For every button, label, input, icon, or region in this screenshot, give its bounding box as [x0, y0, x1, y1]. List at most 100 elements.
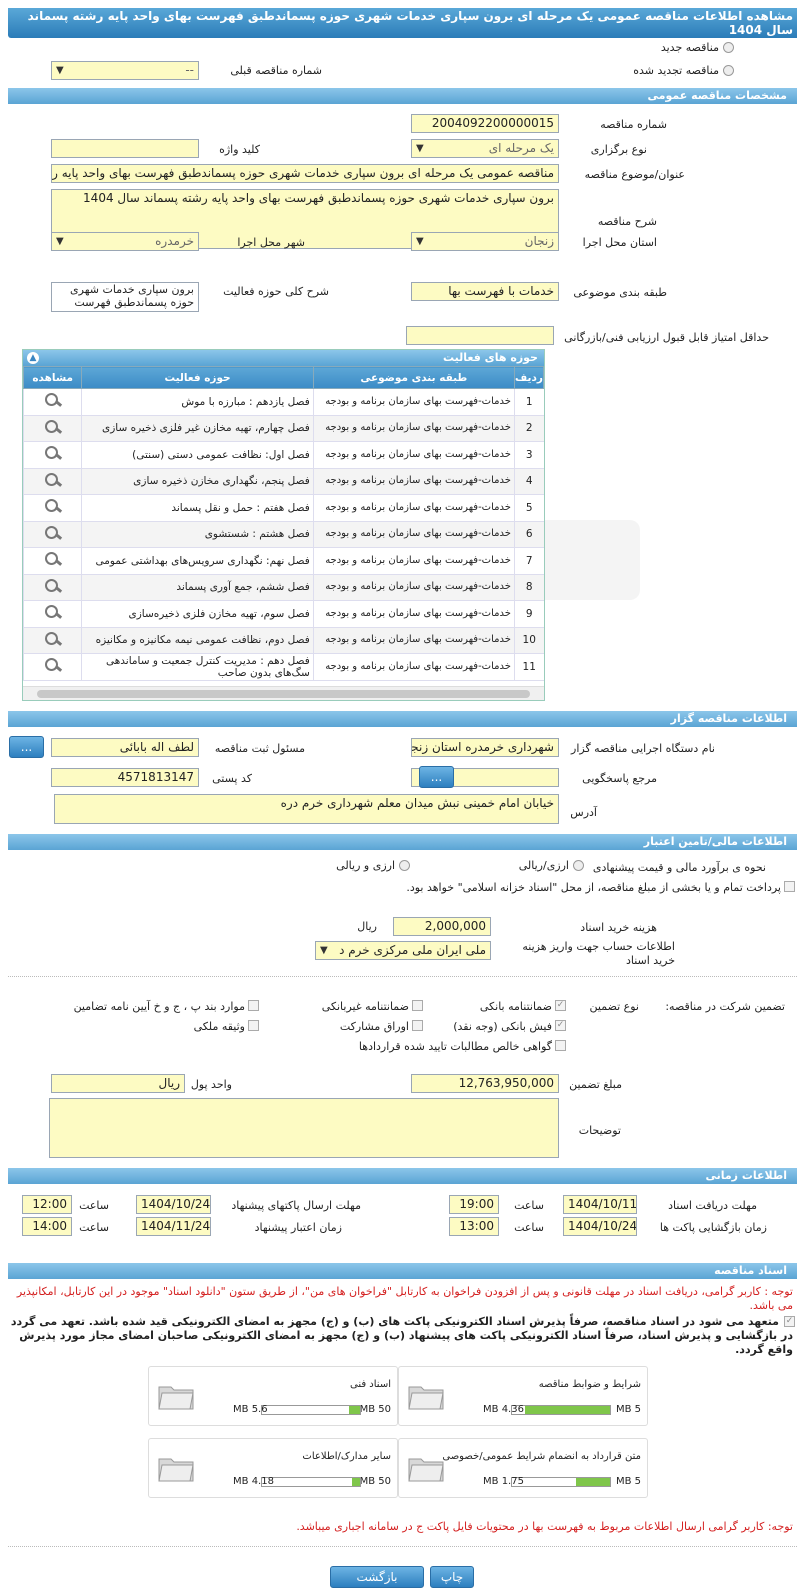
method-radio-1[interactable] [573, 860, 584, 871]
row-view [23, 494, 82, 522]
folder-icon [408, 1458, 444, 1482]
renewed-tender-label: مناقصه تجدید شده [633, 64, 719, 77]
valid-label: زمان اعتبار پیشنهاد [254, 1221, 342, 1234]
doc-recv-date[interactable]: 1404/10/11 [563, 1195, 637, 1214]
postal-field[interactable]: 4571813147 [51, 768, 199, 787]
valid-date[interactable]: 1404/11/24 [136, 1217, 211, 1236]
finance-section-header: اطلاعات مالی/تامین اعتبار [8, 834, 797, 850]
row-category: خدمات-فهرست بهای سازمان برنامه و بودجه [312, 521, 515, 548]
scope-field[interactable]: برون سپاری خدمات شهری حوزه پسماندطبق فهر… [51, 282, 199, 312]
fee-field[interactable]: 2,000,000 [393, 917, 491, 936]
g4-label: فیش بانکی (وجه نقد) [453, 1020, 552, 1033]
account-select[interactable]: ملی ایران ملی مرکزی خرم د ▼ [315, 941, 491, 960]
magnifier-icon[interactable] [43, 419, 63, 435]
province-select[interactable]: زنجان ▼ [411, 232, 559, 251]
tender-number-label: شماره مناقصه [600, 118, 667, 131]
notes-field[interactable] [49, 1098, 559, 1158]
timing-section-header: اطلاعات زمانی [8, 1168, 797, 1184]
magnifier-icon[interactable] [43, 525, 63, 541]
table-row: 6 خدمات-فهرست بهای سازمان برنامه و بودجه ف… [23, 521, 544, 548]
activities-header: حوزه های فعالیت ▲ [23, 350, 544, 366]
file-box[interactable]: شرایط و ضوابط مناقصه 5 MB 4.36 MB [398, 1366, 648, 1426]
g6-checkbox[interactable] [248, 1020, 259, 1031]
g1-checkbox[interactable]: ✓ [555, 1000, 566, 1011]
city-label: شهر محل اجرا [237, 236, 305, 249]
tender-number-field[interactable]: 2004092200000015 [411, 114, 559, 133]
open-time[interactable]: 13:00 [449, 1217, 499, 1236]
keyword-field[interactable] [51, 139, 199, 158]
activities-grid: حوزه های فعالیت ▲ ردیف طبقه بندی موضوعی ح… [22, 349, 545, 701]
amount-field[interactable]: 12,763,950,000 [411, 1074, 559, 1093]
page-title: مشاهده اطلاعات مناقصه عمومی یک مرحله ای … [8, 8, 797, 38]
folder-icon [408, 1386, 444, 1410]
magnifier-icon[interactable] [43, 392, 63, 408]
doc-recv-time[interactable]: 19:00 [449, 1195, 499, 1214]
g2-checkbox[interactable] [412, 1000, 423, 1011]
magnifier-icon[interactable] [43, 657, 63, 673]
ref-more-button[interactable]: ... [419, 766, 454, 788]
renewed-tender-radio[interactable] [723, 65, 734, 76]
g5-checkbox[interactable] [412, 1020, 423, 1031]
city-select[interactable]: خرمدره ▼ [51, 232, 199, 251]
keyword-label: کلید واژه [219, 143, 260, 156]
responsible-more-button[interactable]: ... [9, 736, 44, 758]
table-row: 9 خدمات-فهرست بهای سازمان برنامه و بودجه ف… [23, 600, 544, 628]
file-box[interactable]: سایر مدارک/اطلاعات 50 MB 4.18 MB [148, 1438, 398, 1498]
treasury-checkbox[interactable] [784, 881, 795, 892]
row-activity: فصل ششم، جمع آوری پسماند [81, 574, 314, 601]
horizontal-scrollbar[interactable] [23, 686, 544, 700]
responsible-label: مسئول ثبت مناقصه [214, 742, 305, 755]
folder-icon [158, 1386, 194, 1410]
category-label: طبقه بندی موضوعی [573, 286, 667, 299]
file-usage-bar [261, 1405, 361, 1415]
new-tender-radio[interactable] [723, 42, 734, 53]
open-time-label: ساعت [514, 1221, 544, 1234]
address-field[interactable]: خیابان امام خمینی نبش میدان معلم شهرداری… [54, 794, 559, 824]
back-button[interactable]: بازگشت [330, 1566, 424, 1588]
magnifier-icon[interactable] [43, 631, 63, 647]
type-select[interactable]: یک مرحله ای ▼ [411, 139, 559, 158]
method-radio-2[interactable] [399, 860, 410, 871]
g4-checkbox[interactable]: ✓ [555, 1020, 566, 1031]
magnifier-icon[interactable] [43, 578, 63, 594]
min-score-field[interactable] [406, 326, 554, 345]
account-label: اطلاعات حساب جهت واریز هزینه خرید اسناد [522, 940, 675, 967]
open-date[interactable]: 1404/10/24 [563, 1217, 637, 1236]
magnifier-icon[interactable] [43, 551, 63, 567]
docs-note-2: متعهد می شود در اسناد مناقصه، صرفاً پذیر… [10, 1315, 793, 1356]
file-box[interactable]: متن قرارداد به انضمام شرایط عمومی/خصوصی 5… [398, 1438, 648, 1498]
g7-checkbox[interactable] [555, 1040, 566, 1051]
file-name: سایر مدارک/اطلاعات [302, 1451, 391, 1462]
scope-label: شرح کلی حوزه فعالیت [223, 285, 329, 298]
responsible-field[interactable]: لطف اله بابائی [51, 738, 199, 757]
table-row: 8 خدمات-فهرست بهای سازمان برنامه و بودجه ف… [23, 574, 544, 601]
row-number: 8 [513, 574, 544, 601]
unit-label: واحد پول [190, 1078, 232, 1091]
magnifier-icon[interactable] [43, 604, 63, 620]
unit-field[interactable]: ریال [51, 1074, 185, 1093]
file-box[interactable]: اسناد فنی 50 MB 5.6 MB [148, 1366, 398, 1426]
send-date[interactable]: 1404/10/24 [136, 1195, 211, 1214]
docs-note-3: توجه: کاربر گرامی ارسال اطلاعات مربوط به… [296, 1520, 793, 1533]
row-number: 10 [513, 627, 544, 654]
g3-checkbox[interactable] [248, 1000, 259, 1011]
file-max-size: 5 MB [615, 1476, 641, 1487]
g1-label: ضمانتنامه بانکی [479, 1000, 552, 1013]
collapse-icon[interactable]: ▲ [27, 352, 39, 364]
magnifier-icon[interactable] [43, 472, 63, 488]
general-section-header: مشخصات مناقصه عمومی [8, 88, 797, 104]
prev-tender-select[interactable]: -- ▼ [51, 61, 199, 80]
magnifier-icon[interactable] [43, 445, 63, 461]
table-row: 10 خدمات-فهرست بهای سازمان برنامه و بودجه… [23, 627, 544, 654]
send-time[interactable]: 12:00 [22, 1195, 72, 1214]
magnifier-icon[interactable] [43, 498, 63, 514]
subject-field[interactable]: مناقصه عمومی یک مرحله ای برون سپاری خدما… [51, 164, 559, 183]
row-view [23, 388, 82, 416]
print-button[interactable]: چاپ [430, 1566, 474, 1588]
method-label: نحوه ی برآورد مالی و قیمت پیشنهادی [592, 861, 766, 874]
category-field[interactable]: خدمات با فهرست بها [411, 282, 559, 301]
row-number: 9 [513, 600, 544, 628]
valid-time[interactable]: 14:00 [22, 1217, 72, 1236]
row-view [23, 600, 82, 628]
org-field[interactable]: شهرداری خرمدره استان زنجان [411, 738, 559, 757]
